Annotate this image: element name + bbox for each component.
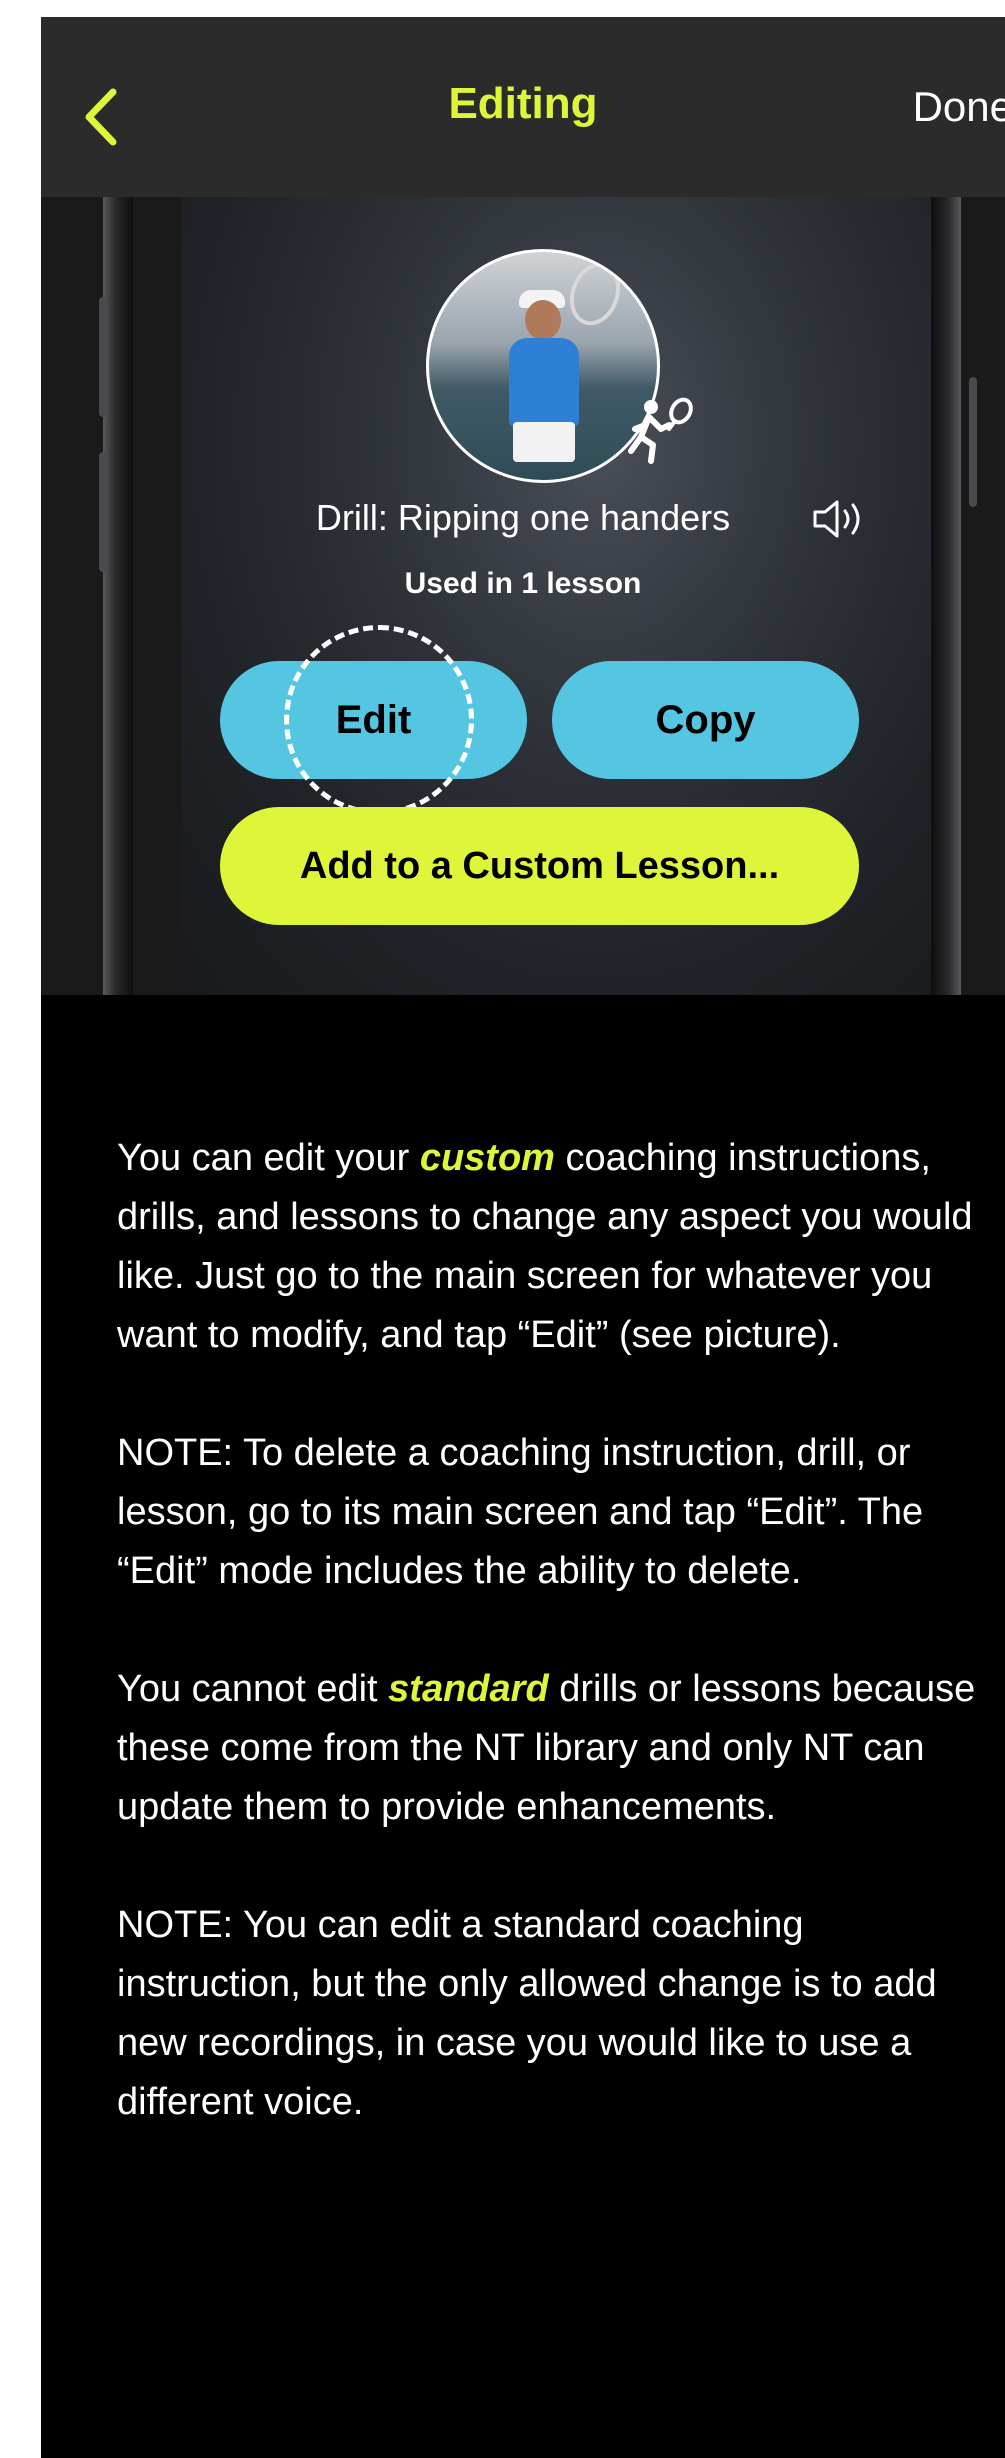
page-title: Editing bbox=[448, 79, 598, 128]
paragraph-recordings-note: NOTE: You can edit a standard coaching i… bbox=[117, 1904, 937, 2123]
copy-button[interactable]: Copy bbox=[552, 661, 859, 779]
player-body bbox=[509, 338, 579, 428]
player-head bbox=[525, 300, 561, 340]
nav-header: Editing Done bbox=[41, 17, 1005, 197]
phone-side-button bbox=[969, 377, 977, 507]
speaker-icon[interactable] bbox=[811, 497, 867, 541]
paragraph-delete-note: NOTE: To delete a coaching instruction, … bbox=[117, 1432, 924, 1592]
example-screenshot: Drill: Ripping one handers Used in 1 les… bbox=[41, 197, 1005, 995]
player-shorts bbox=[513, 422, 575, 462]
highlight-circle bbox=[284, 625, 474, 815]
explanation-text: You can edit your custom coaching instru… bbox=[117, 1129, 997, 2191]
paragraph-standard: You cannot edit standard drills or lesso… bbox=[117, 1668, 976, 1828]
done-button[interactable]: Done bbox=[913, 83, 1005, 131]
emphasis-standard: standard bbox=[388, 1668, 549, 1710]
usage-count: Used in 1 lesson bbox=[404, 567, 642, 600]
add-to-custom-lesson-button[interactable]: Add to a Custom Lesson... bbox=[220, 807, 859, 925]
drill-runner-icon bbox=[628, 397, 693, 464]
emphasis-custom: custom bbox=[419, 1137, 555, 1179]
paragraph-custom: You can edit your custom coaching instru… bbox=[117, 1137, 973, 1356]
phone-side-button bbox=[99, 297, 107, 417]
screen: Editing Done Drill: Ripping one handers bbox=[41, 17, 1005, 2458]
